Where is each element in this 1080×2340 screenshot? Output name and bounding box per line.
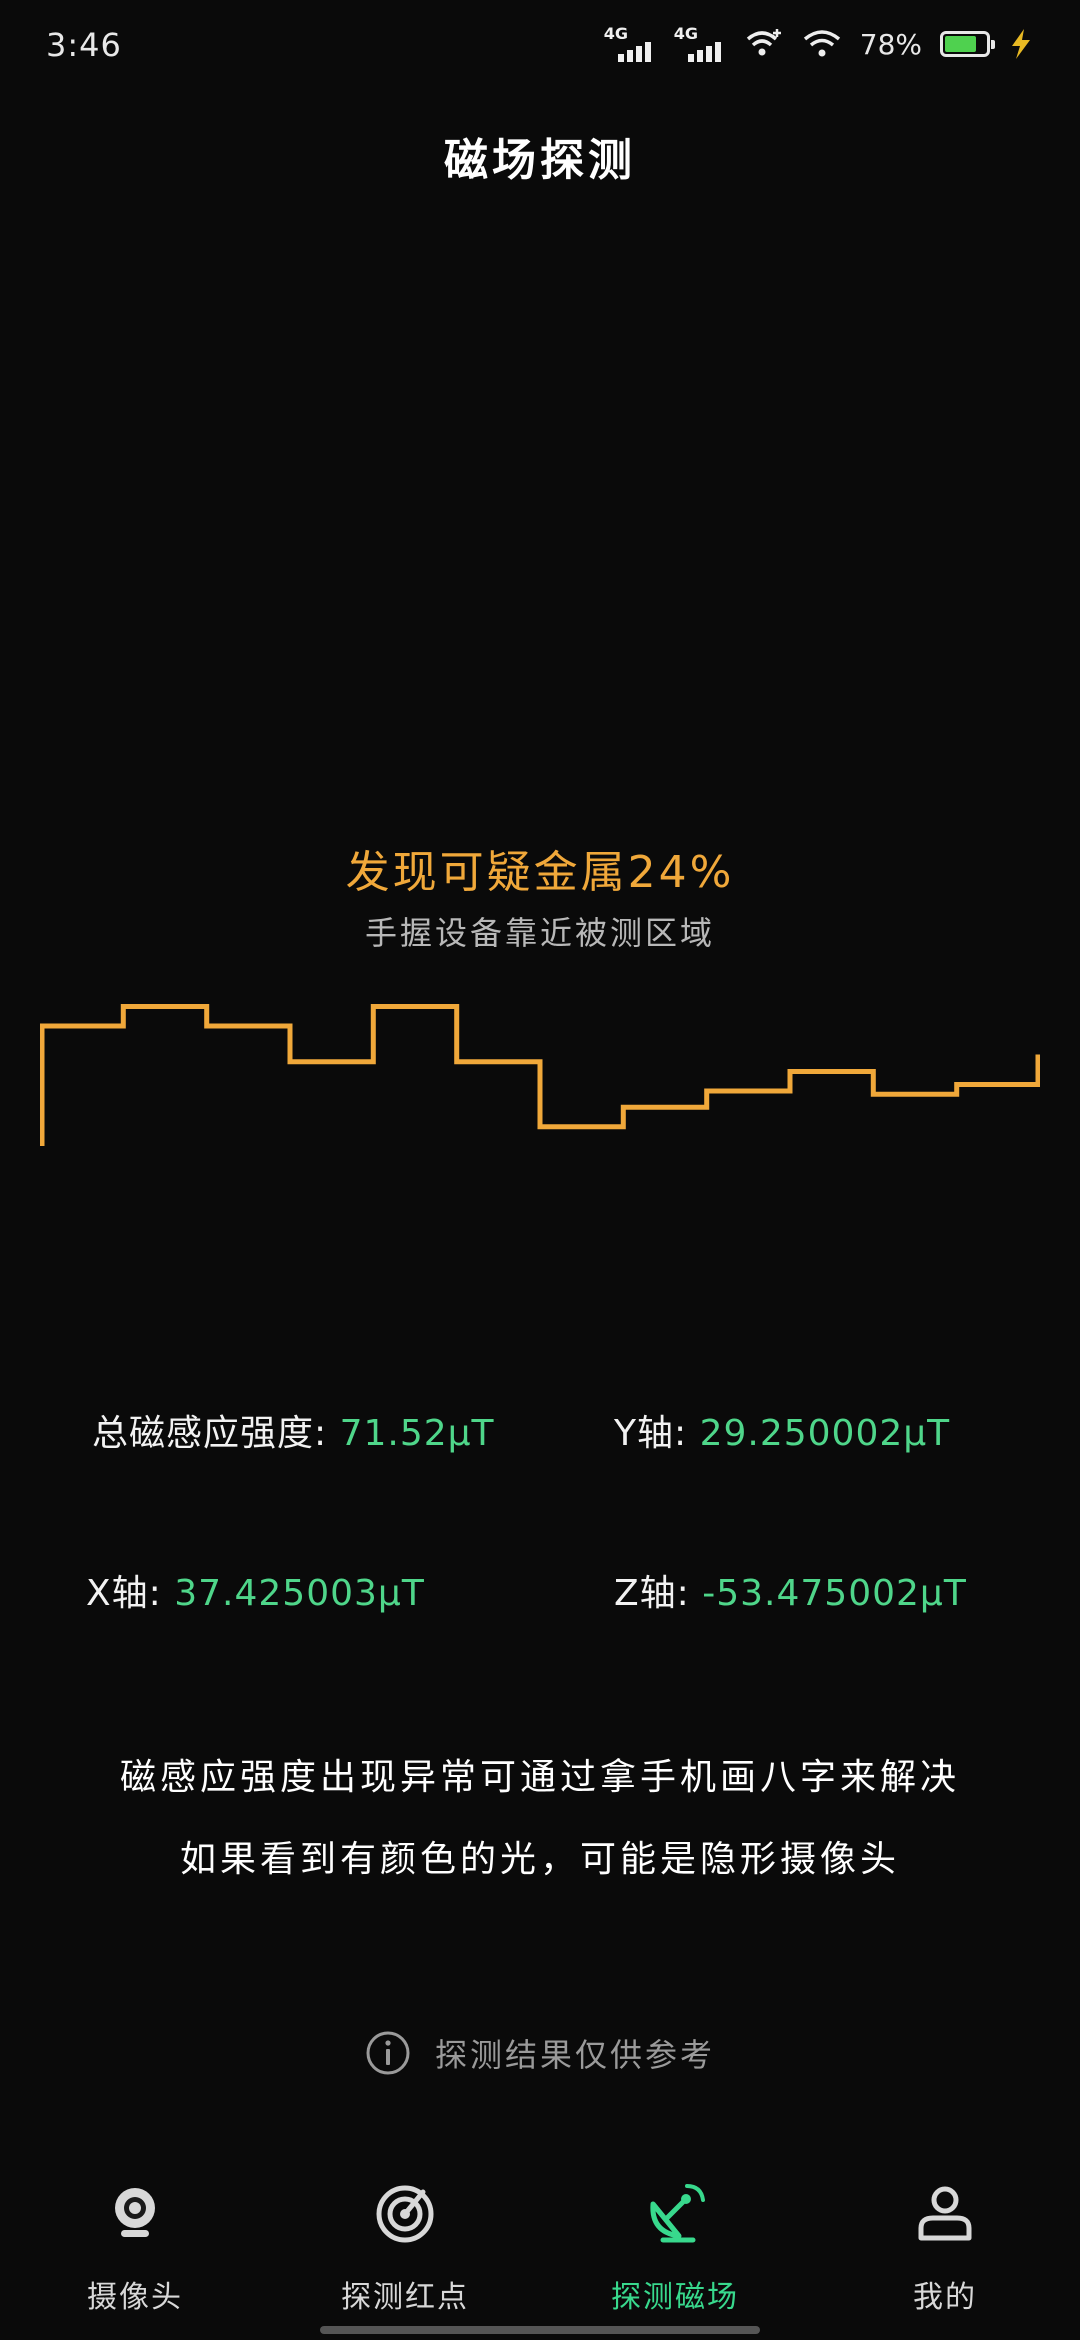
detection-headline: 发现可疑金属24% [345, 847, 735, 898]
bottom-nav: 摄像头 探测红点 探测磁场 我的 [0, 2160, 1080, 2340]
person-icon [918, 2186, 972, 2241]
magnetic-wave-graph [40, 1004, 1040, 1146]
wifi-icon [803, 30, 840, 57]
network-type-2: 4G [673, 24, 699, 43]
total-field-readout: 总磁感应强度: 71.52μT [92, 1404, 495, 1456]
y-axis-value: 29.250002μT [699, 1413, 951, 1454]
battery-percent: 78% [859, 27, 922, 61]
disclaimer-text: 探测结果仅供参考 [434, 2036, 715, 2074]
nav-item-mine[interactable]: 我的 [810, 2160, 1080, 2340]
y-axis-readout: Y轴: 29.250002μT [614, 1404, 950, 1456]
z-axis-readout: Z轴: -53.475002μT [614, 1564, 967, 1616]
z-axis-value: -53.475002μT [702, 1573, 967, 1614]
page-title: 磁场探测 [444, 135, 636, 186]
home-indicator[interactable] [320, 2326, 760, 2334]
status-bar: 3:46 4G 4G 78% [0, 0, 1080, 90]
nav-item-radar[interactable]: 探测红点 [270, 2160, 540, 2340]
nav-label-mine: 我的 [913, 2280, 977, 2315]
magnet-satellite-icon [650, 2184, 705, 2243]
z-axis-label: Z轴: [614, 1573, 690, 1614]
tip-line-2: 如果看到有颜色的光，可能是隐形摄像头 [179, 1839, 900, 1880]
battery-icon [940, 31, 995, 57]
status-time: 3:46 [46, 26, 122, 64]
total-field-value: 71.52μT [339, 1413, 495, 1454]
nav-label-magnetic: 探测磁场 [611, 2280, 739, 2315]
nav-item-camera[interactable]: 摄像头 [0, 2160, 270, 2340]
x-axis-label: X轴: [86, 1573, 162, 1614]
radar-icon [376, 2185, 434, 2243]
nav-label-radar: 探测红点 [341, 2280, 469, 2315]
detection-hint: 手握设备靠近被测区域 [364, 914, 715, 952]
x-axis-value: 37.425003μT [174, 1573, 425, 1614]
disclaimer: 探测结果仅供参考 [0, 2030, 1080, 2076]
app-screen: 3:46 4G 4G 78% 磁场探测 发现可疑金属24% 手握设备靠近被测区域… [0, 0, 1080, 2340]
nav-item-magnetic[interactable]: 探测磁场 [540, 2160, 810, 2340]
magnetic-wave-line [40, 1004, 1040, 1146]
camera-icon [115, 2188, 155, 2237]
x-axis-readout: X轴: 37.425003μT [86, 1564, 425, 1616]
signal-icon: 4G [674, 24, 726, 64]
wifi-calling-icon [746, 29, 781, 56]
nav-label-camera: 摄像头 [87, 2280, 183, 2315]
info-icon [366, 2031, 410, 2075]
y-axis-label: Y轴: [614, 1413, 688, 1454]
charging-icon [1012, 29, 1030, 59]
total-field-label: 总磁感应强度: [92, 1413, 328, 1454]
network-type-1: 4G [603, 24, 629, 43]
status-icons: 4G 4G 78% [604, 22, 1034, 66]
tip-line-1: 磁感应强度出现异常可通过拿手机画八字来解决 [119, 1757, 960, 1798]
signal-icon: 4G [604, 24, 656, 64]
